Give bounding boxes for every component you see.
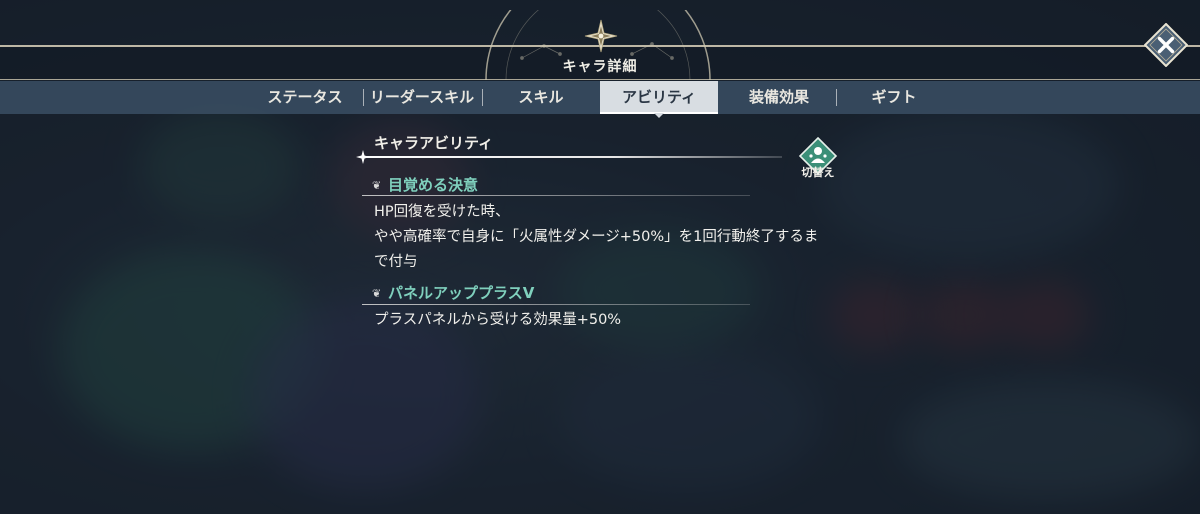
tab-bar: ステータス リーダースキル スキル アビリティ 装備効果 ギフト <box>0 81 1200 114</box>
ability-description: HP回復を受けた時、 やや高確率で自身に「火属性ダメージ+50%」を1回行動終了… <box>374 204 819 270</box>
switch-label[interactable]: 切替え <box>794 164 842 180</box>
tab-status[interactable]: ステータス <box>258 81 352 114</box>
ability-divider <box>362 195 750 196</box>
tab-gift[interactable]: ギフト <box>852 81 936 114</box>
ability-name-text: 目覚める決意 <box>388 176 479 194</box>
ability-description: プラスパネルから受ける効果量+50% <box>374 312 622 328</box>
section-divider <box>362 156 782 158</box>
tab-leader-skill[interactable]: リーダースキル <box>366 81 478 114</box>
ability-flame-icon: ❦ <box>372 179 382 192</box>
close-button[interactable] <box>1144 23 1188 67</box>
tab-divider <box>482 89 483 106</box>
ability-name: ❦ パネルアッププラスV <box>372 282 534 303</box>
compass-star-icon <box>584 19 618 53</box>
section-title: キャラアビリティ <box>374 134 494 152</box>
ability-flame-icon: ❦ <box>372 287 382 300</box>
active-tab-pointer <box>654 113 664 118</box>
tab-divider <box>363 89 364 106</box>
tab-equipment-effect[interactable]: 装備効果 <box>736 81 822 114</box>
tab-divider <box>836 89 837 106</box>
page-title: キャラ詳細 <box>562 59 638 75</box>
tab-skill[interactable]: スキル <box>500 81 582 114</box>
ability-divider <box>362 304 750 305</box>
ability-name-text: パネルアッププラスV <box>388 284 535 302</box>
ability-name: ❦ 目覚める決意 <box>372 174 478 195</box>
tab-ability[interactable]: アビリティ <box>600 81 718 114</box>
